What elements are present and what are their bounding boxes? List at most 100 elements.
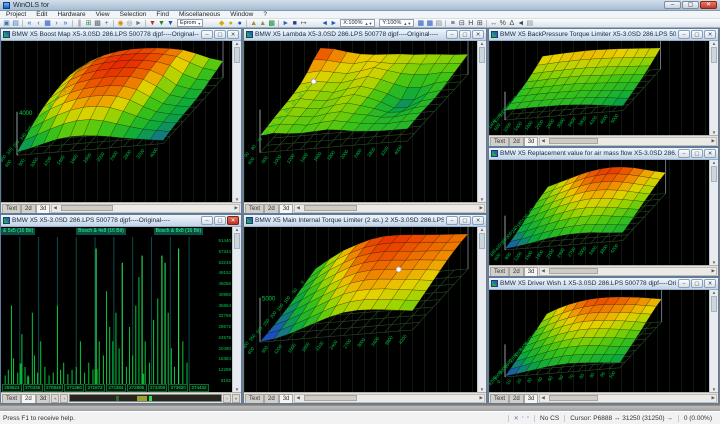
horizontal-scrollbar[interactable]: ◀▶	[294, 204, 485, 213]
view-2d-icon[interactable]: ▦	[416, 19, 425, 28]
vertical-scrollbar[interactable]: ▲▼	[232, 227, 241, 392]
minimize-button[interactable]: –	[678, 279, 690, 288]
close-button[interactable]: ✕	[704, 279, 716, 288]
play-toggle-icon[interactable]: ►	[281, 19, 290, 28]
project-properties-icon[interactable]: ▣	[2, 19, 11, 28]
scroll-down-icon[interactable]: ▼	[480, 197, 484, 202]
menu-item-project[interactable]: Project	[1, 11, 31, 19]
view-tab-3d[interactable]: 3d	[524, 267, 539, 276]
view-text-icon[interactable]: ▤	[434, 19, 443, 28]
maximize-button[interactable]: ▢	[691, 149, 703, 158]
scroll-right-icon[interactable]: ▶	[711, 138, 716, 144]
difference-icon[interactable]: Δ	[507, 19, 516, 28]
menu-item-miscellaneous[interactable]: Miscellaneous	[174, 11, 225, 19]
close-button[interactable]: ✕	[472, 30, 484, 39]
view-tab-3d[interactable]: 3d	[524, 137, 539, 146]
minimize-button[interactable]: –	[201, 30, 213, 39]
horizontal-scrollbar[interactable]: ◀▶	[294, 394, 485, 403]
view-tab-3d[interactable]: 3d	[36, 394, 51, 403]
horizontal-scrollbar[interactable]: ◀▶	[51, 204, 240, 213]
surface-chart-lambda[interactable]: 6008001000120014001600180020002400280032…	[244, 41, 477, 202]
run-icon[interactable]: ►	[134, 19, 143, 28]
record-icon[interactable]: ◉	[116, 19, 125, 28]
scroll-left-icon[interactable]: ◀	[295, 205, 300, 211]
minimize-button[interactable]: –	[678, 30, 690, 39]
view-tab-3d[interactable]: 3d	[279, 204, 294, 213]
view-tab-2d[interactable]: 2d	[509, 137, 524, 146]
maximize-button[interactable]: ▢	[214, 216, 226, 225]
original-compare-icon[interactable]: ◄	[516, 19, 525, 28]
view-tab-3d[interactable]: 3d	[36, 204, 51, 213]
child-window-titlebar[interactable]: BMW X5 Replacement value for air mass fl…	[489, 148, 718, 160]
marker-blue-icon[interactable]: ●	[235, 19, 244, 28]
view-3d-icon[interactable]: ▦	[425, 19, 434, 28]
surface-chart-driver-wish[interactable]: 0102030405060708090951006001000140018002…	[489, 290, 709, 392]
minimize-button[interactable]: –	[664, 1, 681, 9]
child-window-titlebar[interactable]: BMW X5 Main Internal Torque Limiter (2 a…	[244, 215, 486, 227]
minimize-button[interactable]: –	[678, 149, 690, 158]
menu-item-[interactable]: ?	[258, 11, 272, 19]
vertical-scrollbar[interactable]: ▲▼	[232, 41, 241, 202]
map-name-label[interactable]: & 5x5 (16 Bit)	[1, 228, 35, 235]
vertical-scrollbar[interactable]: ▲▼	[709, 290, 718, 392]
crosshair-icon[interactable]: +	[102, 19, 111, 28]
pan-left-icon[interactable]: ◄	[320, 19, 329, 28]
view-tab-2d[interactable]: 2d	[264, 394, 279, 403]
expand-icon[interactable]: ⊞	[475, 19, 484, 28]
maximize-button[interactable]: ▢	[682, 1, 699, 9]
child-window-titlebar[interactable]: BMW X5 Driver Wish 1 X5-3.0SD 286.LPS 50…	[489, 278, 718, 290]
vertical-scrollbar[interactable]: ▲▼	[709, 41, 718, 135]
view-tab-text[interactable]: Text	[490, 137, 509, 146]
view-tab-text[interactable]: Text	[490, 394, 509, 403]
split-view-icon[interactable]: ∥	[75, 19, 84, 28]
nav-first-button[interactable]: «	[51, 394, 59, 403]
scroll-down-icon[interactable]: ▼	[235, 387, 239, 392]
menu-item-edit[interactable]: Edit	[31, 11, 52, 19]
hex-plot[interactable]: & 5x5 (16 Bit)Bosch & 4x8 (16 Bit)Bosch …	[1, 227, 210, 392]
scroll-left-icon[interactable]: ◀	[295, 395, 300, 401]
scroll-right-icon[interactable]: ▶	[479, 205, 484, 211]
checksum-icon[interactable]: ◎	[125, 19, 134, 28]
vertical-scrollbar[interactable]: ▲▼	[477, 227, 486, 392]
scroll-down-icon[interactable]: ▼	[712, 130, 716, 135]
row-format-icon[interactable]: ≡	[448, 19, 457, 28]
next-version-icon[interactable]: ›	[52, 19, 61, 28]
scroll-right-icon[interactable]: ▶	[479, 395, 484, 401]
scroll-right-icon[interactable]: ▶	[234, 205, 239, 211]
collapse-icon[interactable]: ⊟	[457, 19, 466, 28]
scroll-down-icon[interactable]: ▼	[712, 260, 716, 265]
view-tab-3d[interactable]: 3d	[524, 394, 539, 403]
nav-next-button[interactable]: ›	[223, 394, 231, 403]
nav-last-button[interactable]: »	[232, 394, 240, 403]
map-marker-green-icon[interactable]: ▼	[157, 19, 166, 28]
menu-item-hardware[interactable]: Hardware	[52, 11, 90, 19]
menu-item-selection[interactable]: Selection	[115, 11, 152, 19]
horizontal-scrollbar[interactable]: ◀▶	[539, 267, 717, 276]
last-version-icon[interactable]: »	[61, 19, 70, 28]
view-tab-text[interactable]: Text	[245, 394, 264, 403]
notes-icon[interactable]: ▤	[525, 19, 534, 28]
maximize-button[interactable]: ▢	[459, 30, 471, 39]
surface-chart-torque-limiter[interactable]: 6009001200150018002100240027003000340038…	[244, 227, 477, 392]
version-list-icon[interactable]: ▦	[43, 19, 52, 28]
pan-right-icon[interactable]: ►	[329, 19, 338, 28]
view-tab-2d[interactable]: 2d	[21, 204, 36, 213]
view-tab-3d[interactable]: 3d	[279, 394, 294, 403]
jump-offset-icon[interactable]: ↦	[299, 19, 308, 28]
scroll-down-icon[interactable]: ▼	[235, 197, 239, 202]
surface-chart-airmass[interactable]: 6009001200150018002100240027003000340038…	[489, 160, 709, 265]
vertical-scrollbar[interactable]: ▲▼	[709, 160, 718, 265]
x-zoom-spinner[interactable]: X:100%▲▼	[340, 19, 375, 27]
percent-display-icon[interactable]: %	[498, 19, 507, 28]
map-name-label[interactable]: Bosch & 4x8 (16 Bit)	[76, 228, 126, 235]
view-tab-text[interactable]: Text	[2, 394, 21, 403]
menu-item-view[interactable]: View	[91, 11, 115, 19]
marker-yellow-icon[interactable]: ●	[226, 19, 235, 28]
child-window-titlebar[interactable]: BMW X5 Boost Map X5-3.0SD 286.LPS 500778…	[1, 29, 241, 41]
titlebar[interactable]: WinOLS for – ▢ ✕	[0, 0, 720, 11]
scroll-right-icon[interactable]: ▶	[711, 268, 716, 274]
maximize-button[interactable]: ▢	[691, 30, 703, 39]
close-button[interactable]: ✕	[227, 30, 239, 39]
scroll-right-icon[interactable]: ▶	[711, 395, 716, 401]
scroll-down-icon[interactable]: ▼	[480, 387, 484, 392]
